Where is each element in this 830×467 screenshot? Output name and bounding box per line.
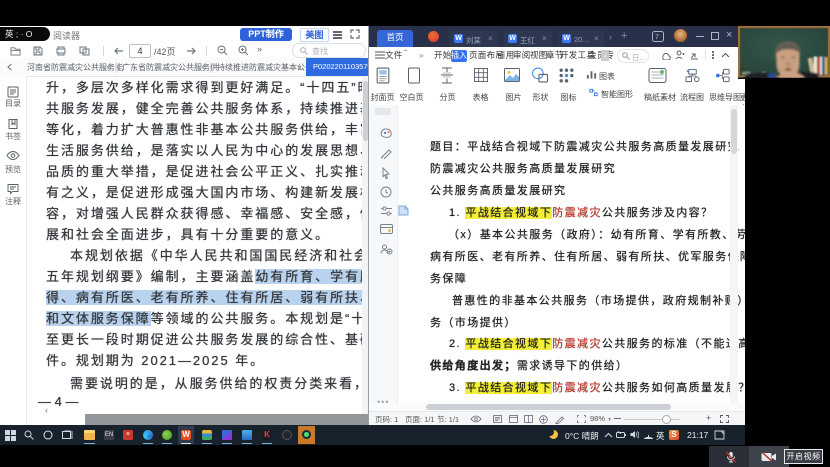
svg-text:7: 7 bbox=[655, 34, 659, 41]
